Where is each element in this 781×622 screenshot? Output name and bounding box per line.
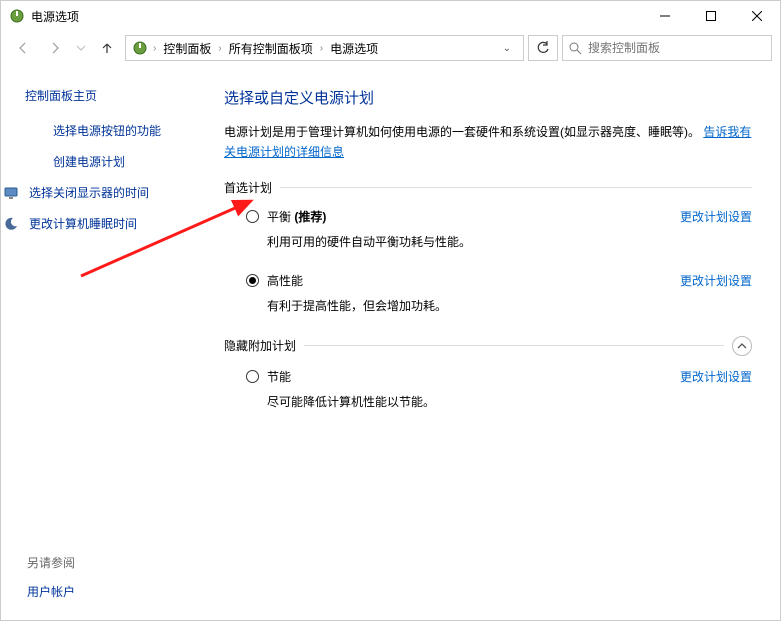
address-icon <box>132 40 148 56</box>
content: 控制面板主页 选择电源按钮的功能 创建电源计划 选择关闭显示器的时间 更改计算机… <box>1 65 780 622</box>
chevron-up-icon <box>737 341 747 351</box>
section-hidden: 隐藏附加计划 <box>224 336 752 356</box>
window-title: 电源选项 <box>31 8 642 25</box>
sidebar-link[interactable]: 创建电源计划 <box>25 153 206 170</box>
window-buttons <box>642 1 780 31</box>
forward-button[interactable] <box>41 34 69 62</box>
section-label-text: 隐藏附加计划 <box>224 337 296 354</box>
minimize-button[interactable] <box>642 1 688 31</box>
divider <box>280 187 752 188</box>
radio-power-saver[interactable] <box>246 370 259 383</box>
sidebar-link[interactable]: 选择关闭显示器的时间 <box>25 184 206 201</box>
up-button[interactable] <box>93 34 121 62</box>
change-plan-link[interactable]: 更改计划设置 <box>680 272 752 289</box>
breadcrumb-item[interactable]: 所有控制面板项 <box>227 40 315 57</box>
refresh-button[interactable] <box>528 35 558 61</box>
search-input[interactable] <box>588 41 765 55</box>
nav-row: › 控制面板 › 所有控制面板项 › 电源选项 ⌄ <box>1 31 780 65</box>
sidebar-link[interactable]: 选择电源按钮的功能 <box>25 122 206 139</box>
plan-desc: 尽可能降低计算机性能以节能。 <box>246 393 752 410</box>
plan-name: 高性能 <box>267 272 303 289</box>
search-box[interactable] <box>562 35 772 61</box>
sidebar-home-link[interactable]: 控制面板主页 <box>25 87 206 104</box>
change-plan-link[interactable]: 更改计划设置 <box>680 208 752 225</box>
monitor-icon <box>3 185 19 201</box>
section-label-text: 首选计划 <box>224 179 272 196</box>
recent-dropdown[interactable] <box>73 34 89 62</box>
breadcrumb-item[interactable]: 控制面板 <box>161 40 213 57</box>
plan-desc: 利用可用的硬件自动平衡功耗与性能。 <box>246 233 752 250</box>
close-button[interactable] <box>734 1 780 31</box>
desc-text: 电源计划是用于管理计算机如何使用电源的一套硬件和系统设置(如显示器亮度、睡眠等)… <box>224 125 700 139</box>
address-dropdown-icon[interactable]: ⌄ <box>497 43 517 54</box>
chevron-right-icon[interactable]: › <box>151 43 158 54</box>
collapse-button[interactable] <box>732 336 752 356</box>
page-title: 选择或自定义电源计划 <box>224 87 752 108</box>
plan-high-performance: 高性能 更改计划设置 有利于提高性能，但会增加功耗。 <box>224 272 752 314</box>
divider <box>304 345 724 346</box>
address-bar[interactable]: › 控制面板 › 所有控制面板项 › 电源选项 ⌄ <box>125 35 524 61</box>
sidebar-link[interactable]: 更改计算机睡眠时间 <box>25 215 206 232</box>
sidebar-link-label: 选择关闭显示器的时间 <box>29 184 149 201</box>
titlebar: 电源选项 <box>1 1 780 31</box>
page-description: 电源计划是用于管理计算机如何使用电源的一套硬件和系统设置(如显示器亮度、睡眠等)… <box>224 122 752 163</box>
plan-desc: 有利于提高性能，但会增加功耗。 <box>246 297 752 314</box>
sidebar-link-label: 创建电源计划 <box>53 153 125 170</box>
chevron-right-icon[interactable]: › <box>318 43 325 54</box>
main-panel: 选择或自定义电源计划 电源计划是用于管理计算机如何使用电源的一套硬件和系统设置(… <box>206 65 780 622</box>
moon-icon <box>3 216 19 232</box>
breadcrumb-item[interactable]: 电源选项 <box>328 40 380 57</box>
change-plan-link[interactable]: 更改计划设置 <box>680 368 752 385</box>
plan-name: 节能 <box>267 368 291 385</box>
search-icon <box>569 42 582 55</box>
sidebar: 控制面板主页 选择电源按钮的功能 创建电源计划 选择关闭显示器的时间 更改计算机… <box>1 65 206 622</box>
plan-name: 平衡 (推荐) <box>267 208 326 225</box>
see-also-label: 另请参阅 <box>27 554 75 571</box>
sidebar-link-label: 选择电源按钮的功能 <box>53 122 161 139</box>
plan-power-saver: 节能 更改计划设置 尽可能降低计算机性能以节能。 <box>224 368 752 410</box>
back-button[interactable] <box>9 34 37 62</box>
plan-balanced: 平衡 (推荐) 更改计划设置 利用可用的硬件自动平衡功耗与性能。 <box>224 208 752 250</box>
maximize-button[interactable] <box>688 1 734 31</box>
app-icon <box>9 8 25 24</box>
chevron-right-icon[interactable]: › <box>216 43 223 54</box>
see-also-link[interactable]: 用户帐户 <box>27 583 75 600</box>
sidebar-link-label: 更改计算机睡眠时间 <box>29 215 137 232</box>
section-preferred: 首选计划 <box>224 179 752 196</box>
radio-high-performance[interactable] <box>246 274 259 287</box>
sidebar-see-also: 另请参阅 用户帐户 <box>27 554 75 600</box>
radio-balanced[interactable] <box>246 210 259 223</box>
